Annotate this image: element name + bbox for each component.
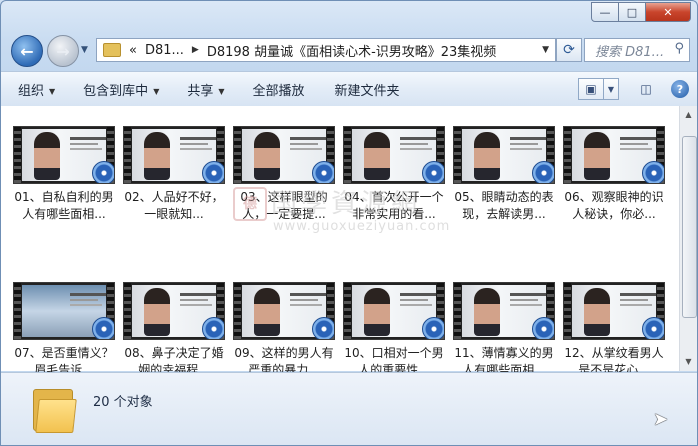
video-file-item[interactable]: 11、薄情寡义的男人有哪些面相... (449, 282, 559, 379)
refresh-button[interactable]: ⟳ (556, 38, 582, 62)
chevron-down-icon: ▼ (153, 86, 160, 96)
film-reel-icon (312, 161, 334, 183)
view-dropdown-icon[interactable]: ▼ (604, 78, 619, 100)
back-button[interactable]: ← (11, 35, 43, 67)
vertical-scrollbar[interactable]: ▲ ▼ (679, 106, 697, 371)
command-bar: 组织 ▼ 包含到库中 ▼ 共享 ▼ 全部播放 新建文件夹 ▣ ▼ ◫ ? (1, 71, 697, 107)
video-thumbnail (123, 126, 225, 184)
film-reel-icon (202, 317, 224, 339)
chevron-down-icon: ▼ (218, 86, 225, 96)
scrollbar-thumb[interactable] (682, 136, 697, 318)
maximize-button[interactable]: □ (619, 2, 646, 22)
address-bar[interactable]: « D81... ▶ D8198 胡量诚《面相读心术-识男攻略》23集视频 ▼ (96, 38, 556, 62)
video-thumbnail (13, 126, 115, 184)
back-arrow-icon: ← (20, 41, 34, 61)
video-file-item[interactable]: 09、这样的男人有严重的暴力... (229, 282, 339, 379)
file-name: 05、眼睛动态的表现，去解读男... (454, 190, 554, 221)
film-reel-icon (422, 317, 444, 339)
explorer-window: — □ ✕ ← → ▼ « D81... ▶ D8198 胡量诚《面相读心术-识… (0, 0, 698, 446)
folder-icon (103, 43, 121, 57)
film-reel-icon (532, 161, 554, 183)
video-thumbnail (453, 282, 555, 340)
video-file-item[interactable]: 01、自私自利的男人有哪些面相... (9, 126, 119, 223)
film-reel-icon (532, 317, 554, 339)
search-placeholder: 搜索 D81... (595, 44, 665, 60)
video-thumbnail (453, 126, 555, 184)
film-reel-icon (202, 161, 224, 183)
forward-arrow-icon: → (56, 41, 70, 61)
video-file-item[interactable]: 10、口相对一个男人的重要性... (339, 282, 449, 379)
window-controls: — □ ✕ (591, 2, 691, 22)
video-file-item[interactable]: 08、鼻子决定了婚姻的幸福程... (119, 282, 229, 379)
video-thumbnail (13, 282, 115, 340)
video-file-item[interactable]: 02、人品好不好，一眼就知... (119, 126, 229, 223)
video-thumbnail (563, 126, 665, 184)
file-name: 06、观察眼神的识人秘诀，你必... (564, 190, 664, 221)
new-folder-button[interactable]: 新建文件夹 (335, 80, 400, 99)
film-reel-icon (422, 161, 444, 183)
breadcrumb-overflow[interactable]: « (129, 43, 137, 58)
share-menu[interactable]: 共享 ▼ (187, 80, 224, 99)
video-thumbnail (343, 126, 445, 184)
folder-icon (33, 383, 77, 433)
video-file-item[interactable]: 05、眼睛动态的表现，去解读男... (449, 126, 559, 223)
refresh-icon: ⟳ (563, 42, 575, 58)
details-pane: 20 个对象 (1, 372, 697, 445)
film-reel-icon (642, 317, 664, 339)
video-thumbnail (563, 282, 665, 340)
video-file-item[interactable]: 04、首次公开一个非常实用的看... (339, 126, 449, 223)
search-icon[interactable]: ⚲ (674, 41, 684, 56)
video-file-item[interactable]: 03、这样眼型的人，一定要提... (229, 126, 339, 223)
breadcrumb-parent[interactable]: D81... (145, 43, 184, 58)
file-name: 01、自私自利的男人有哪些面相... (14, 190, 114, 221)
file-name: 03、这样眼型的人，一定要提... (240, 190, 328, 221)
organize-menu[interactable]: 组织 ▼ (18, 80, 55, 99)
recent-pages-dropdown[interactable]: ▼ (81, 45, 88, 55)
view-icon[interactable]: ▣ (578, 78, 604, 100)
item-count: 20 个对象 (93, 395, 153, 410)
search-input[interactable]: 搜索 D81... ⚲ (584, 38, 690, 62)
play-all-button[interactable]: 全部播放 (253, 80, 305, 99)
file-name: 02、人品好不好，一眼就知... (124, 190, 224, 221)
film-reel-icon (92, 317, 114, 339)
file-name: 04、首次公开一个非常实用的看... (344, 190, 444, 221)
include-library-menu[interactable]: 包含到库中 ▼ (83, 80, 159, 99)
address-dropdown-icon[interactable]: ▼ (542, 45, 549, 55)
video-thumbnail (233, 282, 335, 340)
chevron-down-icon: ▼ (49, 86, 56, 96)
file-list[interactable]: 01、自私自利的男人有哪些面相... 02、人品好不好，一眼就知... 03、这样眼… (1, 106, 679, 377)
scroll-down-icon[interactable]: ▼ (682, 355, 695, 369)
video-thumbnail (343, 282, 445, 340)
video-thumbnail (233, 126, 335, 184)
film-reel-icon (642, 161, 664, 183)
mouse-cursor-icon: ➤ (653, 409, 669, 430)
close-button[interactable]: ✕ (646, 2, 691, 22)
film-reel-icon (312, 317, 334, 339)
film-reel-icon (92, 161, 114, 183)
breadcrumb-separator-icon[interactable]: ▶ (192, 45, 199, 55)
video-file-item[interactable]: 06、观察眼神的识人秘诀，你必... (559, 126, 669, 223)
scroll-up-icon[interactable]: ▲ (682, 108, 695, 122)
video-thumbnail (123, 282, 225, 340)
help-icon[interactable]: ? (671, 80, 689, 98)
breadcrumb-current[interactable]: D8198 胡量诚《面相读心术-识男攻略》23集视频 (207, 41, 496, 60)
video-file-item[interactable]: 12、从掌纹看男人是不是花心... (559, 282, 669, 379)
preview-pane-icon[interactable]: ◫ (635, 79, 657, 99)
forward-button[interactable]: → (47, 35, 79, 67)
minimize-button[interactable]: — (591, 2, 619, 22)
video-file-item[interactable]: 07、是否重情义？眉毛告诉... (9, 282, 119, 379)
